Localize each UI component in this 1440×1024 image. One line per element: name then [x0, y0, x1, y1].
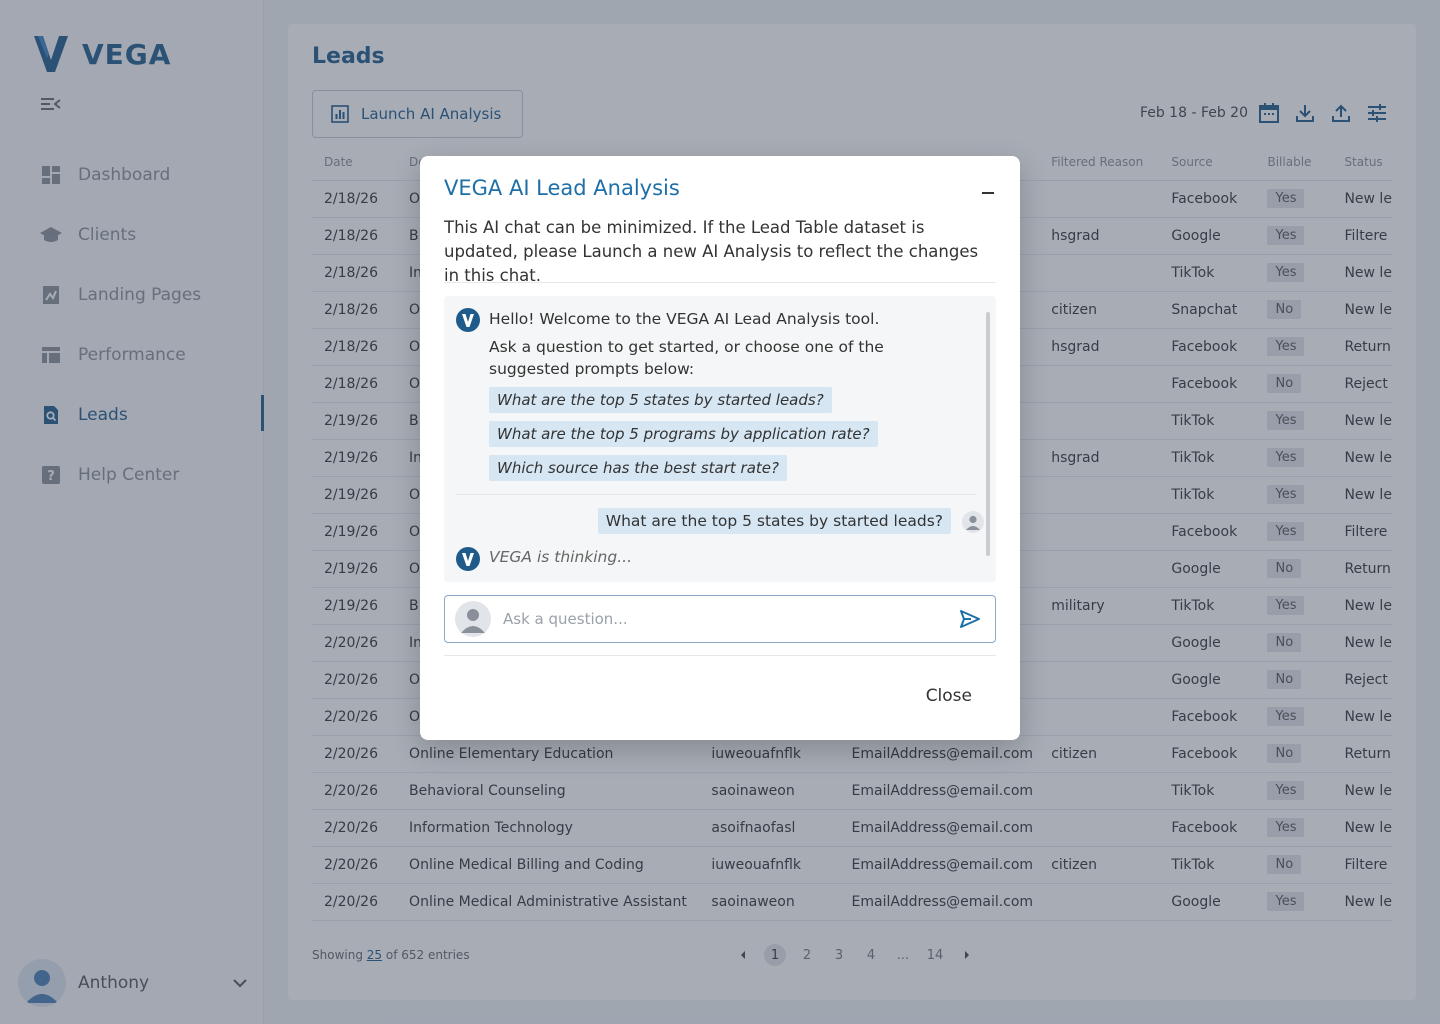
- modal-description: This AI chat can be minimized. If the Le…: [444, 218, 979, 285]
- close-button[interactable]: Close: [926, 686, 972, 706]
- modal-title: VEGA AI Lead Analysis: [444, 176, 680, 200]
- user-message: What are the top 5 states by started lea…: [597, 508, 951, 534]
- chat-scrollbar[interactable]: [986, 312, 990, 556]
- bot-welcome-text: Hello! Welcome to the VEGA AI Lead Analy…: [489, 310, 880, 328]
- vega-bot-icon: [456, 308, 480, 332]
- user-avatar-icon: [962, 511, 984, 533]
- divider: [444, 655, 996, 656]
- minimize-icon[interactable]: [982, 192, 994, 194]
- vega-bot-icon: [456, 547, 480, 571]
- send-icon[interactable]: [959, 608, 981, 630]
- suggested-prompt[interactable]: What are the top 5 programs by applicati…: [489, 421, 878, 447]
- question-input-box: [444, 595, 996, 643]
- suggested-prompt[interactable]: Which source has the best start rate?: [489, 455, 787, 481]
- suggested-prompt[interactable]: What are the top 5 states by started lea…: [489, 387, 832, 413]
- thinking-indicator: VEGA is thinking...: [489, 548, 633, 566]
- chat-history[interactable]: Hello! Welcome to the VEGA AI Lead Analy…: [444, 296, 996, 582]
- divider: [456, 494, 976, 495]
- question-input[interactable]: [503, 610, 959, 628]
- divider: [444, 282, 996, 283]
- user-avatar-icon: [455, 601, 491, 637]
- bot-instructions-text: Ask a question to get started, or choose…: [489, 338, 884, 378]
- ai-analysis-modal: VEGA AI Lead Analysis This AI chat can b…: [420, 156, 1020, 740]
